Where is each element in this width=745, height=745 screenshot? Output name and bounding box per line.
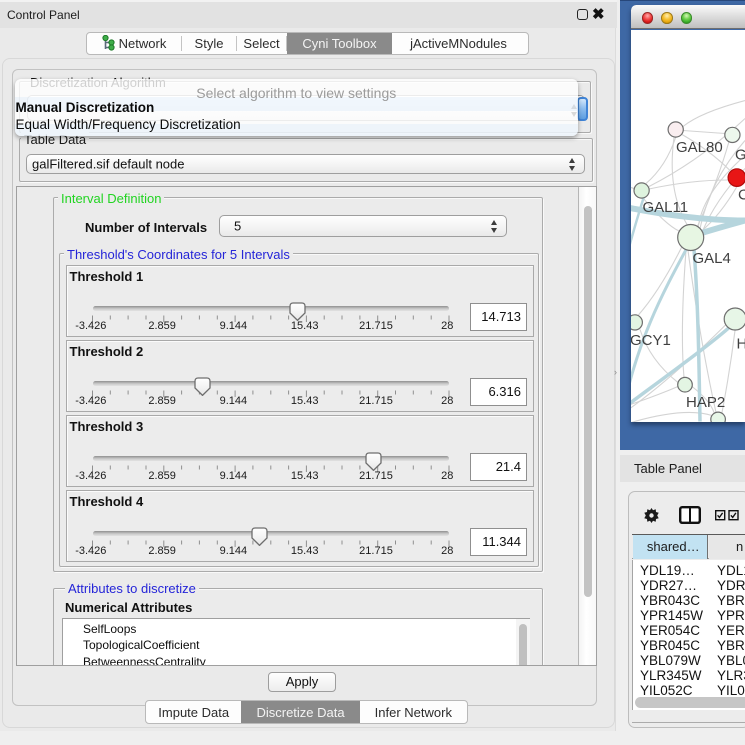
svg-text:GAL4: GAL4	[693, 250, 731, 267]
svg-text:GAL11: GAL11	[643, 199, 689, 216]
svg-text:GA: GA	[735, 146, 745, 163]
svg-text:GAL80: GAL80	[676, 139, 723, 156]
svg-text:H: H	[737, 335, 745, 352]
svg-text:HAP2: HAP2	[686, 394, 725, 411]
svg-text:CY: CY	[738, 186, 745, 203]
svg-text:GCY1: GCY1	[631, 332, 671, 349]
